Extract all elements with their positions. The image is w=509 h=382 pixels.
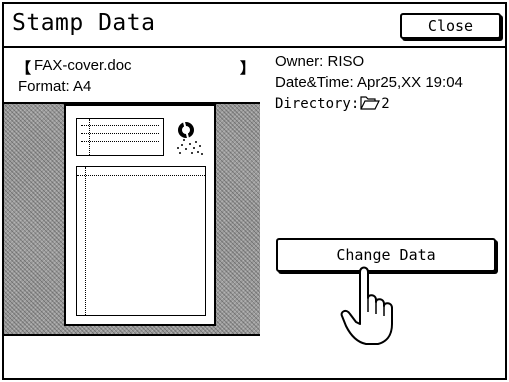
stamp-logo-icon xyxy=(177,121,203,155)
owner-info: Owner: RISO xyxy=(275,53,365,70)
date-time-info: Date&Time: Apr25,XX 19:04 xyxy=(275,74,463,91)
directory-value: 2 xyxy=(381,96,390,112)
directory-info: Directory: 2 xyxy=(275,95,390,112)
hand-pointer-icon xyxy=(340,266,393,345)
directory-label: Directory: xyxy=(275,96,360,112)
file-format: Format: A4 xyxy=(18,78,92,95)
close-button[interactable]: Close xyxy=(400,13,501,39)
filename-open-bracket: 【 xyxy=(16,60,32,77)
title-bar: Stamp Data Close xyxy=(4,4,505,48)
screen-title: Stamp Data xyxy=(12,10,156,36)
filename-close-bracket: 】 xyxy=(240,60,256,77)
preview-body-block xyxy=(76,166,206,316)
preview-header-block xyxy=(76,118,164,156)
folder-icon xyxy=(360,96,381,110)
file-name: FAX-cover.doc xyxy=(34,57,132,74)
